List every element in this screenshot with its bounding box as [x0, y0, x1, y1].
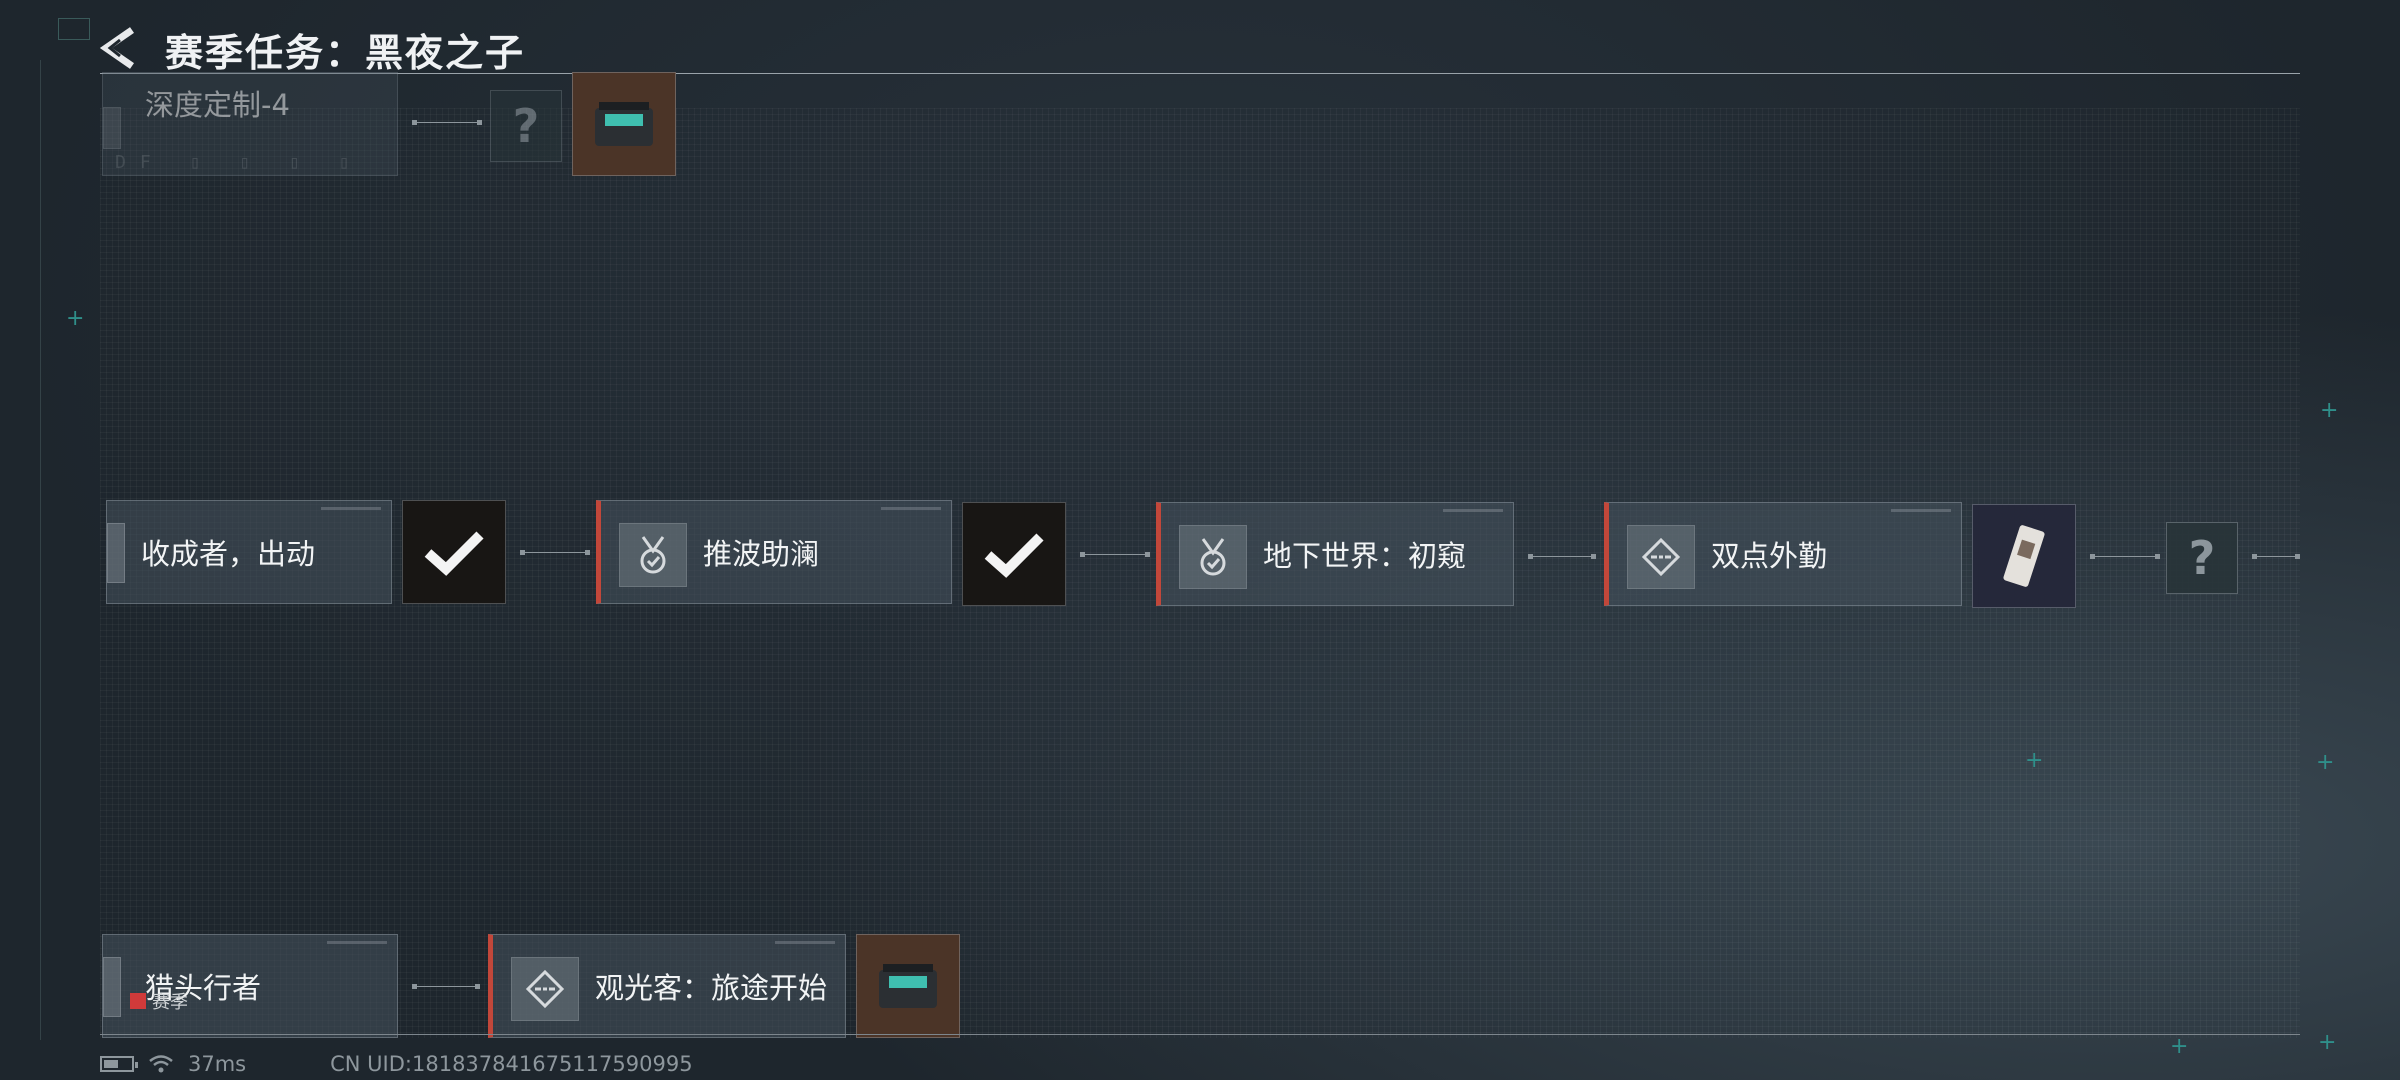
task-card-double-duty[interactable]: 双点外勤	[1604, 502, 1962, 606]
ping-text: 37ms	[188, 1052, 247, 1076]
unknown-reward-slot[interactable]: ?	[2166, 522, 2238, 594]
card-stripe-decoration	[881, 507, 941, 510]
task-card-tourist[interactable]: 观光客：旅途开始	[488, 934, 846, 1038]
corner-decoration	[58, 18, 90, 40]
medal-icon	[1179, 525, 1247, 589]
task-label: 深度定制-4	[145, 88, 290, 122]
task-sub-code: DF ▯ ▯ ▯ ▯	[115, 152, 364, 173]
plus-mark-decoration: +	[2318, 1030, 2337, 1055]
checkmark-icon	[984, 533, 1044, 578]
task-connector	[1528, 554, 1596, 559]
task-card-deep-custom[interactable]: 深度定制-4 DF ▯ ▯ ▯ ▯	[102, 72, 398, 176]
equipment-case-icon	[595, 102, 653, 146]
question-mark-icon: ?	[2188, 531, 2216, 585]
battery-icon	[100, 1056, 138, 1072]
task-card-push-wave[interactable]: 推波助澜	[596, 500, 952, 604]
card-stripe-decoration	[327, 941, 387, 944]
footer-divider	[100, 1034, 2300, 1035]
task-connector	[412, 984, 480, 989]
reward-item-card[interactable]	[1972, 504, 2076, 608]
page-title: 赛季任务：黑夜之子	[165, 31, 526, 75]
plus-mark-decoration: +	[2320, 398, 2339, 423]
reward-item-case[interactable]	[856, 934, 960, 1038]
status-bar: 37ms CN UID:181837841675117590995	[100, 1052, 693, 1076]
task-connector	[520, 550, 590, 555]
plus-mark-decoration: +	[66, 306, 85, 331]
back-button[interactable]	[98, 26, 138, 70]
task-card-headhunter[interactable]: 猎头行者	[102, 934, 398, 1038]
card-left-tab	[103, 107, 121, 149]
plus-mark-decoration: +	[2025, 748, 2044, 773]
reward-item-case[interactable]	[572, 72, 676, 176]
id-card-icon	[2003, 525, 2045, 587]
task-label: 地下世界：初窥	[1263, 539, 1467, 573]
diamond-waypoint-icon	[511, 957, 579, 1021]
task-connector	[1080, 552, 1150, 557]
plus-mark-decoration: +	[2170, 1034, 2189, 1059]
season-badge-dot	[130, 993, 146, 1009]
card-left-tab	[103, 957, 121, 1017]
task-connector	[2090, 554, 2160, 559]
reward-completed-2[interactable]	[962, 502, 1066, 606]
equipment-case-icon	[879, 964, 937, 1008]
season-badge: 赛季	[130, 988, 188, 1014]
uid-text: CN UID:181837841675117590995	[330, 1052, 693, 1076]
plus-mark-decoration: +	[2316, 750, 2335, 775]
header-divider	[100, 73, 2300, 74]
checkmark-icon	[424, 531, 484, 576]
card-left-tab	[107, 523, 125, 583]
task-label: 推波助澜	[703, 537, 820, 571]
season-badge-text: 赛季	[152, 992, 188, 1013]
wifi-icon	[149, 1055, 173, 1073]
reward-completed-1[interactable]	[402, 500, 506, 604]
task-connector	[2252, 554, 2300, 559]
medal-icon	[619, 523, 687, 587]
task-card-harvester[interactable]: 收成者，出动	[106, 500, 392, 604]
left-rail-decoration	[40, 60, 41, 1040]
task-connector	[412, 120, 482, 125]
back-arrow-icon	[99, 27, 134, 69]
task-card-underworld[interactable]: 地下世界：初窥	[1156, 502, 1514, 606]
diamond-waypoint-icon	[1627, 525, 1695, 589]
task-label: 观光客：旅途开始	[595, 971, 828, 1005]
task-label: 猎头行者	[145, 971, 262, 1005]
card-stripe-decoration	[1891, 509, 1951, 512]
task-label: 收成者，出动	[141, 537, 316, 571]
card-stripe-decoration	[321, 507, 381, 510]
unknown-reward-slot[interactable]: ?	[490, 90, 562, 162]
task-label: 双点外勤	[1711, 539, 1828, 573]
question-mark-icon: ?	[512, 99, 540, 153]
